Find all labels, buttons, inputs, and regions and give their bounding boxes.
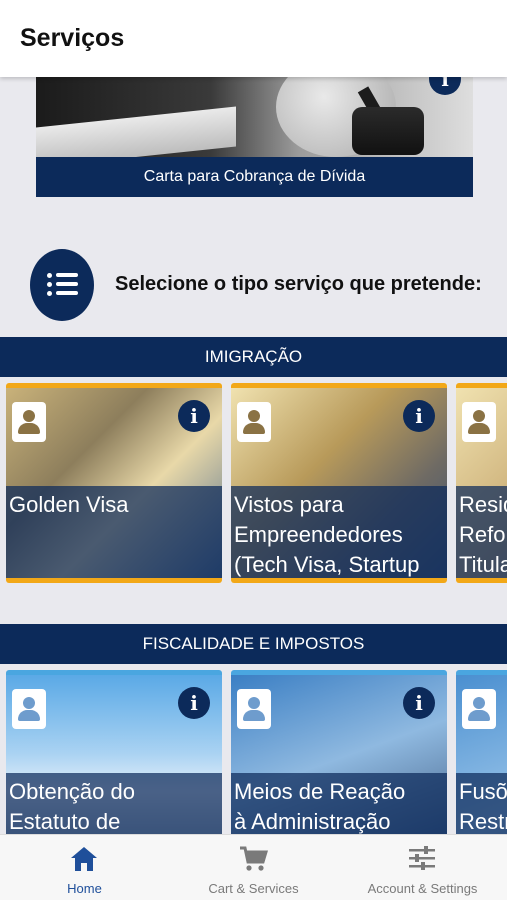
service-card[interactable]: i Golden Visa bbox=[6, 383, 222, 583]
section-header-imigracao: IMIGRAÇÃO bbox=[0, 337, 507, 377]
bottom-navigation: Home Cart & Services Account & Settings bbox=[0, 834, 507, 900]
nav-tab-account-settings[interactable]: Account & Settings bbox=[338, 835, 507, 900]
home-icon bbox=[71, 847, 97, 871]
cart-icon bbox=[240, 846, 268, 871]
contact-icon bbox=[237, 402, 271, 442]
info-icon[interactable]: i bbox=[178, 687, 210, 719]
service-card[interactable]: i Meios de Reação à Administração bbox=[231, 670, 447, 834]
service-card[interactable]: Resid Refor Titula bbox=[456, 383, 507, 583]
nav-label: Cart & Services bbox=[208, 881, 299, 896]
featured-service-caption: Carta para Cobrança de Dívida bbox=[36, 157, 473, 197]
service-card-title: Resid Refor Titula bbox=[459, 492, 507, 577]
page-title: Serviços bbox=[20, 24, 125, 52]
app-bar: Serviços bbox=[0, 0, 507, 77]
service-card-title: Obtenção do Estatuto de bbox=[9, 779, 135, 834]
info-icon[interactable]: i bbox=[403, 687, 435, 719]
contact-icon bbox=[462, 402, 496, 442]
service-type-prompt: Selecione o tipo serviço que pretende: bbox=[30, 249, 490, 321]
nav-label: Home bbox=[67, 881, 102, 896]
service-carousel-fiscalidade[interactable]: i Obtenção do Estatuto de i Meios de Rea… bbox=[0, 670, 507, 834]
list-icon bbox=[30, 249, 94, 321]
featured-service-image bbox=[36, 77, 473, 157]
prompt-text: Selecione o tipo serviço que pretende: bbox=[115, 273, 482, 295]
nav-label: Account & Settings bbox=[367, 881, 478, 896]
service-card-title: Fusõ Restr bbox=[459, 779, 507, 834]
section-header-fiscalidade: FISCALIDADE E IMPOSTOS bbox=[0, 624, 507, 664]
nav-tab-cart-services[interactable]: Cart & Services bbox=[169, 835, 338, 900]
nav-tab-home[interactable]: Home bbox=[0, 835, 169, 900]
info-icon[interactable]: i bbox=[178, 400, 210, 432]
featured-service-card[interactable]: i Carta para Cobrança de Dívida bbox=[36, 77, 473, 197]
sliders-icon bbox=[409, 846, 435, 870]
info-icon[interactable]: i bbox=[403, 400, 435, 432]
service-card[interactable]: i Obtenção do Estatuto de bbox=[6, 670, 222, 834]
service-card-title: Vistos para Empreendedores (Tech Visa, S… bbox=[234, 492, 420, 577]
service-card-title: Golden Visa bbox=[9, 492, 129, 517]
contact-icon bbox=[12, 689, 46, 729]
service-card-title: Meios de Reação à Administração bbox=[234, 779, 406, 834]
service-carousel-imigracao[interactable]: i Golden Visa i Vistos para Empreendedor… bbox=[0, 383, 507, 583]
services-scroll-content[interactable]: i Carta para Cobrança de Dívida Selecion… bbox=[0, 77, 507, 834]
contact-icon bbox=[462, 689, 496, 729]
contact-icon bbox=[12, 402, 46, 442]
service-card[interactable]: i Vistos para Empreendedores (Tech Visa,… bbox=[231, 383, 447, 583]
service-card[interactable]: Fusõ Restr bbox=[456, 670, 507, 834]
contact-icon bbox=[237, 689, 271, 729]
